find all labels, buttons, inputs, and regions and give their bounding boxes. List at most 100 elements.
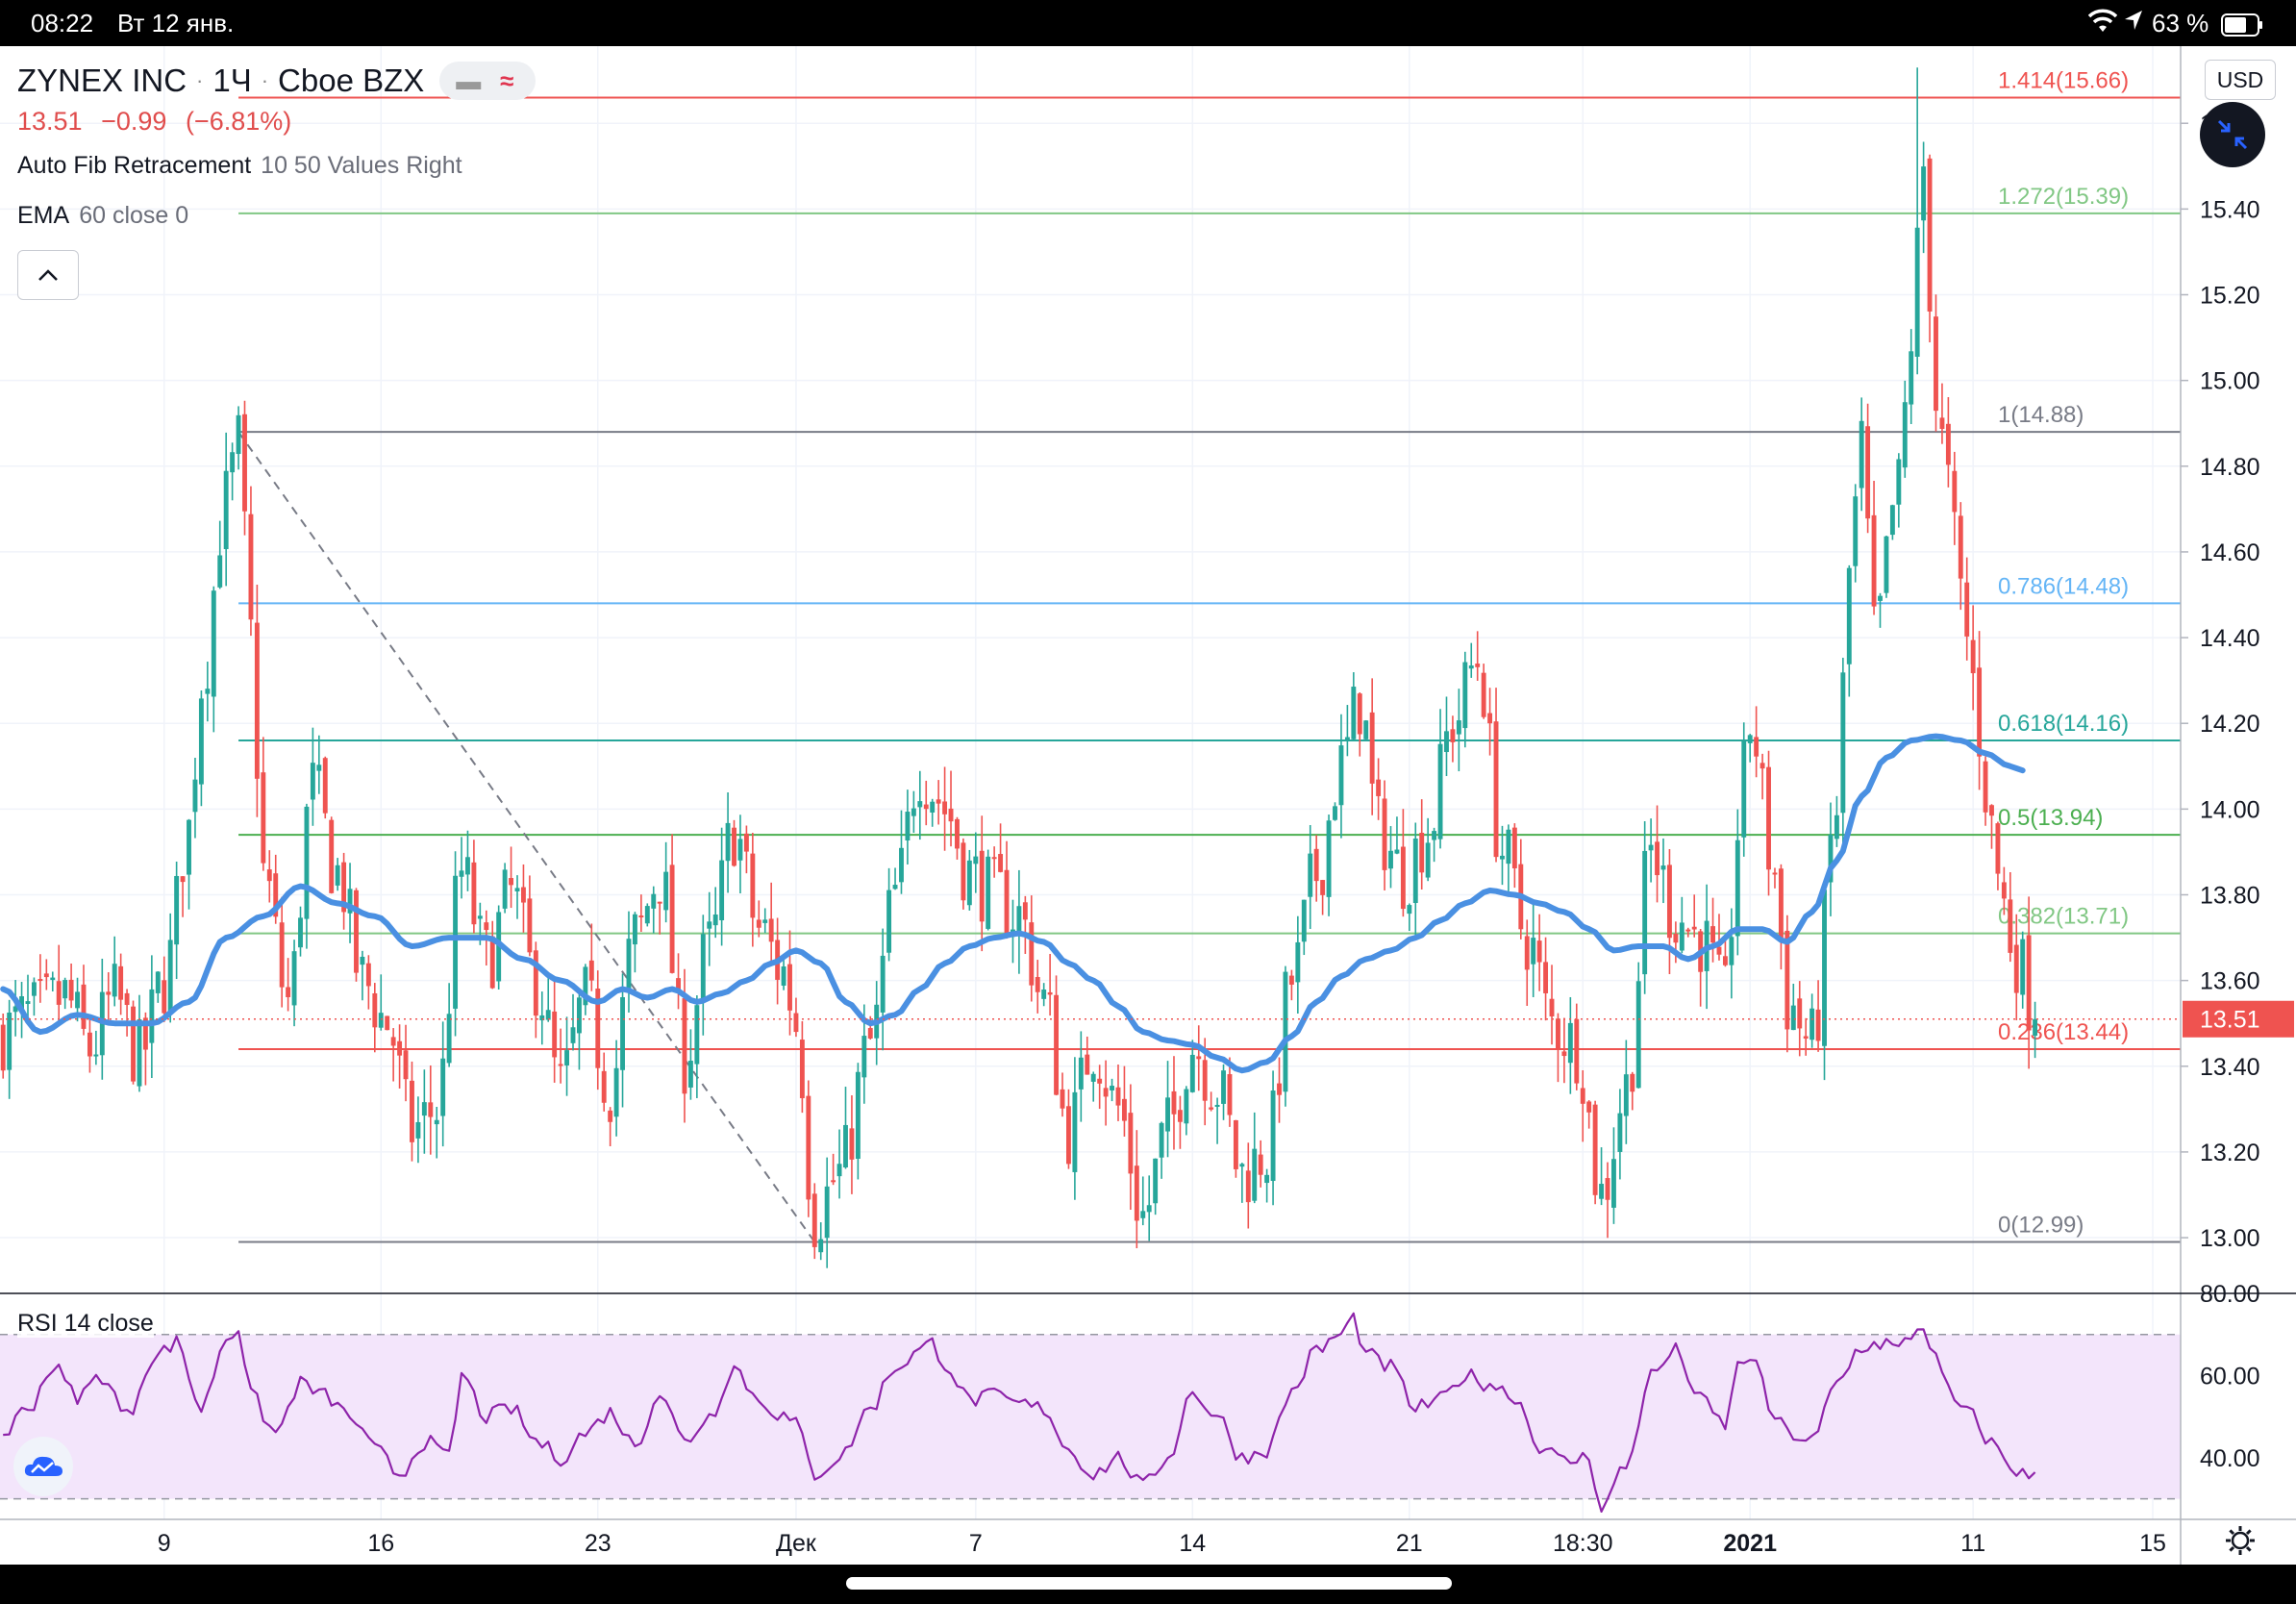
candle-body xyxy=(365,963,371,987)
price-tick-label: 15.20 xyxy=(2200,283,2260,310)
candle-body xyxy=(1561,1051,1567,1057)
time-tick-label: 21 xyxy=(1396,1530,1423,1557)
fib-level-label: 1.272(15.39) xyxy=(1998,184,2129,210)
rsi-tick-label: 80.00 xyxy=(2200,1281,2260,1308)
candle-body xyxy=(1556,1018,1560,1049)
candle-body xyxy=(254,622,260,779)
candle-body xyxy=(1964,582,1970,637)
time-tick-label: 2021 xyxy=(1723,1530,1777,1557)
candle-body xyxy=(1945,423,1951,465)
candle-body xyxy=(824,1186,830,1239)
candle-body xyxy=(1338,745,1344,806)
candle-body xyxy=(1605,1178,1610,1200)
candle-body xyxy=(626,939,632,990)
candle-body xyxy=(1462,662,1468,729)
candle-body xyxy=(991,857,997,860)
symbol-name[interactable]: ZYNEX INC xyxy=(17,63,187,99)
candle-body xyxy=(1351,687,1357,739)
candle-body xyxy=(1673,933,1679,943)
candle-body xyxy=(37,979,43,982)
candle-body xyxy=(187,819,191,875)
candle-body xyxy=(124,992,130,1006)
candle-body xyxy=(1939,417,1945,430)
time-tick-label: 9 xyxy=(158,1530,171,1557)
candle-body xyxy=(378,1013,384,1028)
market-status-pill[interactable]: ▬ ≈ xyxy=(439,62,537,100)
price-tick-label: 14.80 xyxy=(2200,454,2260,481)
candle-body xyxy=(322,758,328,814)
candle-body xyxy=(1889,505,1895,536)
candle-body xyxy=(1407,905,1412,915)
trading-app: 08:22 Вт 12 янв. 63 % 1.414(15.66) 1.272(… xyxy=(0,0,2296,1604)
candle-body xyxy=(1252,1148,1258,1201)
time-tick-label: 7 xyxy=(969,1530,983,1557)
candle-body xyxy=(1184,1089,1189,1124)
candle-body xyxy=(223,470,229,550)
settings-button[interactable] xyxy=(2221,1521,2259,1560)
candle-body xyxy=(1995,823,2001,874)
candle-body xyxy=(1952,470,1958,513)
tradingview-logo-button[interactable] xyxy=(13,1437,73,1496)
indicator-params: 60 close 0 xyxy=(79,202,189,229)
candle-body xyxy=(1815,1009,1821,1041)
candle-body xyxy=(750,853,756,918)
candle-body xyxy=(1221,1070,1226,1104)
candle-body xyxy=(81,984,87,1029)
candle-body xyxy=(1549,998,1555,1016)
candle-body xyxy=(360,956,365,965)
candle-body xyxy=(1326,820,1332,897)
candle-body xyxy=(266,869,272,882)
candle-body xyxy=(1097,1078,1103,1084)
candle-body xyxy=(613,1067,619,1117)
candle-body xyxy=(1635,981,1641,1089)
indicator-fib[interactable]: Auto Fib Retracement 10 50 Values Right xyxy=(17,140,536,190)
candle-body xyxy=(669,865,675,973)
interval[interactable]: 1Ч xyxy=(212,63,251,99)
symbol-row[interactable]: ZYNEX INC · 1Ч · Cboe BZX ▬ ≈ xyxy=(17,60,537,102)
candle-body xyxy=(948,808,954,822)
approx-icon[interactable]: ≈ xyxy=(487,66,526,96)
indicator-ema[interactable]: EMA 60 close 0 xyxy=(17,190,536,240)
candle-body xyxy=(1914,227,1920,357)
candle-body xyxy=(1128,1113,1134,1174)
candle-body xyxy=(725,822,731,862)
rsi-legend[interactable]: RSI 14 close xyxy=(17,1310,154,1338)
candle-body xyxy=(1196,1056,1202,1060)
candle-body xyxy=(2013,944,2019,993)
currency-button[interactable]: USD xyxy=(2205,60,2276,100)
candle-body xyxy=(1425,842,1431,878)
price-tick-label: 14.60 xyxy=(2200,539,2260,566)
rsi-tick-label: 40.00 xyxy=(2200,1445,2260,1472)
candle-body xyxy=(1853,496,1859,566)
candle-body xyxy=(1536,940,1542,963)
restore-zoom-button[interactable] xyxy=(2200,102,2265,167)
candle-body xyxy=(62,980,68,999)
collapse-legend-button[interactable] xyxy=(17,250,79,300)
candle-body xyxy=(986,856,991,929)
candle-body xyxy=(2033,1018,2038,1037)
candle-body xyxy=(459,870,464,877)
candle-body xyxy=(1506,829,1511,865)
candle-body xyxy=(2001,882,2007,899)
candle-body xyxy=(1103,1088,1109,1097)
candle-body xyxy=(521,887,526,903)
candle-body xyxy=(440,1058,446,1116)
candle-body xyxy=(1734,840,1740,937)
candle-body xyxy=(75,991,80,1009)
candle-body xyxy=(1884,536,1889,593)
candle-body xyxy=(923,804,929,810)
candle-body xyxy=(453,875,459,1009)
candle-body xyxy=(1685,929,1691,932)
candle-body xyxy=(867,1028,873,1039)
candle-body xyxy=(1233,1119,1238,1169)
price-tick-label: 13.40 xyxy=(2200,1054,2260,1081)
time-tick-label: 16 xyxy=(367,1530,394,1557)
fib-level-label: 0.5(13.94) xyxy=(1998,805,2103,831)
collapse-arrows-icon xyxy=(2217,119,2248,150)
chart-canvas[interactable]: 1.414(15.66) 1.272(15.39) 1(14.88) 0.786(14… xyxy=(0,46,2296,1569)
candle-body xyxy=(1691,926,1697,930)
status-time: 08:22 xyxy=(31,9,94,38)
candle-body xyxy=(1896,459,1902,505)
candle-body xyxy=(732,827,736,866)
minus-icon[interactable]: ▬ xyxy=(449,66,487,96)
